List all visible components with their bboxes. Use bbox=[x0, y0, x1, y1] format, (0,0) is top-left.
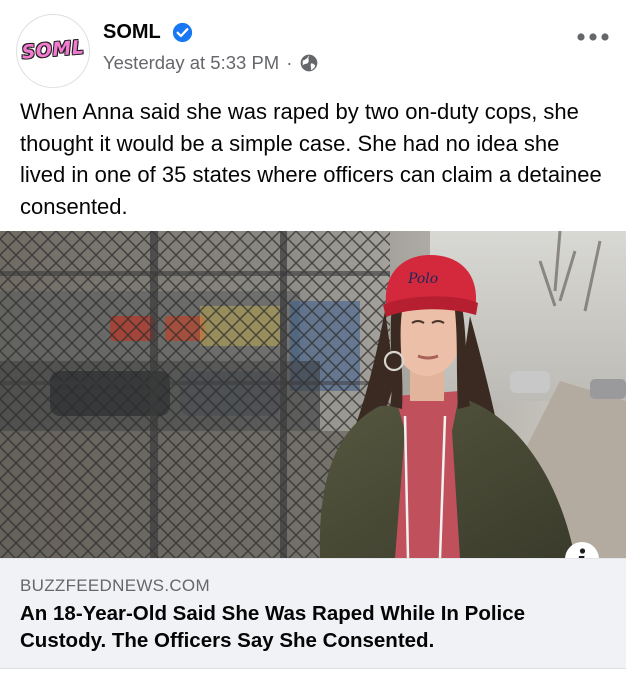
verified-badge-icon bbox=[172, 22, 193, 43]
post-meta: Yesterday at 5:33 PM · bbox=[103, 52, 319, 74]
post-header: SOML SOML Yesterday at 5:33 PM · bbox=[0, 0, 626, 92]
post-body-text: When Anna said she was raped by two on-d… bbox=[20, 99, 602, 219]
info-icon[interactable] bbox=[564, 541, 600, 558]
more-options-icon[interactable] bbox=[576, 32, 610, 42]
meta-separator: · bbox=[286, 52, 293, 73]
link-domain: BUZZFEEDNEWS.COM bbox=[20, 576, 210, 595]
page-avatar[interactable]: SOML bbox=[16, 14, 90, 88]
cap-logo-text: Polo bbox=[407, 271, 438, 287]
post-footer-divider bbox=[0, 668, 626, 681]
article-photo[interactable]: Polo bbox=[0, 231, 626, 558]
page-name[interactable]: SOML bbox=[103, 21, 161, 44]
globe-icon[interactable] bbox=[299, 53, 319, 73]
photo-illustration: Polo bbox=[0, 231, 626, 558]
post-timestamp[interactable]: Yesterday at 5:33 PM bbox=[103, 52, 279, 74]
soml-logo: SOML bbox=[20, 36, 86, 64]
link-preview-card[interactable]: BUZZFEEDNEWS.COM An 18-Year-Old Said She… bbox=[0, 558, 626, 669]
link-headline[interactable]: An 18-Year-Old Said She Was Raped While … bbox=[20, 600, 610, 654]
